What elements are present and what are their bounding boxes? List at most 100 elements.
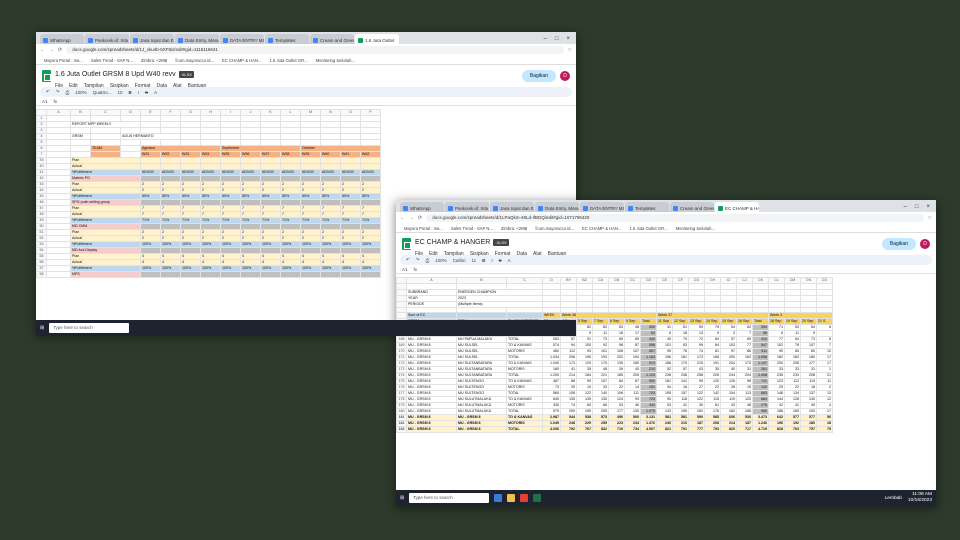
text-color-icon[interactable]: A [508,258,511,263]
cell[interactable] [260,271,281,278]
star-icon[interactable]: ☆ [928,215,932,221]
browser-tab[interactable]: 1.6 Juta Outlet [355,34,399,44]
back-icon[interactable]: ← [40,47,45,53]
avatar[interactable]: D [920,239,930,249]
cell[interactable]: 719 [608,426,625,434]
cell[interactable]: 75 [816,426,833,434]
row-number[interactable]: 58 [36,271,47,278]
file-explorer-icon[interactable] [507,494,516,502]
bookmark-item[interactable]: fcom.mayoracco.id... [175,58,214,63]
maximize-icon[interactable]: □ [915,204,919,210]
cell[interactable]: 821 [656,426,673,434]
menu-item-alat[interactable]: Alat [173,83,182,89]
bold-icon[interactable]: B [128,90,131,95]
browser-tab[interactable]: DATA ENTRY MS [580,202,624,212]
url-input[interactable]: docs.google.com/spreadsheets/d/1LPaQkm-4… [426,214,924,222]
weather-label[interactable]: Lembab [885,496,902,501]
menu-item-data[interactable]: Data [516,251,527,257]
cell[interactable]: 777 [688,426,705,434]
bookmark-item[interactable]: 1.6 Juta Outlet GR... [269,58,307,63]
cell[interactable] [46,271,71,278]
excel-icon[interactable] [533,494,542,502]
taskbar-search-input[interactable]: Type here to search [49,323,130,333]
cell[interactable]: 4.507 [640,426,657,434]
cell[interactable]: 717 [736,426,753,434]
close-icon[interactable]: × [926,204,930,210]
cell-reference[interactable]: A1 [402,267,408,272]
cell[interactable]: 734 [624,426,641,434]
browser-tab[interactable]: Cream and Green [310,34,354,44]
undo-icon[interactable]: ↶ [46,89,50,95]
bookmark-item[interactable]: Zimbra: <2MB [141,58,167,63]
cell[interactable]: 793 [704,426,721,434]
share-button[interactable]: Bagikan [521,70,556,82]
browser-tab[interactable]: WhatsApp [40,34,84,44]
menu-item-bantuan[interactable]: Bantuan [188,83,207,89]
browser-tab[interactable]: Paskonik.id: Situ [85,34,129,44]
bookmark-item[interactable]: Sales Trend - SAP N... [451,226,493,231]
cell[interactable]: 820 [720,426,737,434]
browser-tab[interactable]: Templates [265,34,309,44]
menu-item-sisipkan[interactable]: Sisipkan [110,83,129,89]
cell[interactable]: TOTAL [506,426,543,434]
row-number[interactable]: 183 [396,426,407,434]
reload-icon[interactable]: ⟳ [418,215,422,221]
cell[interactable]: 763 [784,426,801,434]
cell[interactable] [360,271,381,278]
bookmark-item[interactable]: EC CHAMP & HAN... [222,58,261,63]
redo-icon[interactable]: ↷ [416,257,420,263]
doc-title[interactable]: EC CHAMP & HANGER [415,239,490,246]
bookmark-item[interactable]: fcom.mayoracco.id... [535,226,574,231]
browser-tab[interactable]: WhatsApp [400,202,444,212]
reload-icon[interactable]: ⟳ [58,47,62,53]
bookmark-item[interactable]: Mayora Portal : Ina... [44,58,83,63]
bookmark-item[interactable]: Zimbra: <2MB [501,226,527,231]
menu-item-data[interactable]: Data [156,83,167,89]
browser-tab[interactable]: Data Entry, Manu [535,202,579,212]
avatar[interactable]: D [560,71,570,81]
cell[interactable]: 4.036 [542,426,561,434]
table-row[interactable]: 183 MU - GRSM 8 MU - GRSM 8 TOTAL 4.036 792 76… [396,426,833,434]
cell[interactable]: 791 [672,426,689,434]
sheet-table[interactable]: A B C D BY BZ CA CB CC CD CE CF CG CH CI CJ CK CL CM CN CO SU… [396,277,833,434]
cell[interactable] [240,271,261,278]
strikethrough-icon[interactable]: S [499,258,502,263]
windows-start-icon[interactable]: ⊞ [40,326,44,331]
undo-icon[interactable]: ↶ [406,257,410,263]
bold-icon[interactable]: B [482,258,485,263]
menu-item-edit[interactable]: Edit [429,251,438,257]
cell[interactable] [200,271,221,278]
cell[interactable] [300,271,321,278]
menu-item-alat[interactable]: Alat [533,251,542,257]
print-icon[interactable]: ⎙ [426,258,430,263]
cell-reference[interactable]: A1 [42,99,48,104]
browser-tab[interactable]: Jasa Input dan En [490,202,534,212]
cell[interactable]: 792 [560,426,577,434]
sheets-logo-icon[interactable] [42,70,51,82]
cell[interactable]: 828 [768,426,785,434]
menu-item-sisipkan[interactable]: Sisipkan [470,251,489,257]
chrome-icon[interactable] [520,494,529,502]
browser-tab[interactable]: Templates [625,202,669,212]
cell[interactable]: MPS [70,271,141,278]
share-button[interactable]: Bagikan [881,238,916,250]
sheet-table[interactable]: A B C D E F G H I J K L M N O P 1 2 REPORT MPP WEEKLY 3 4 GRS… [36,109,381,278]
bookmark-item[interactable]: Monitoring Sekolah... [676,226,715,231]
browser-tab[interactable]: DATA ENTRY MS [220,34,264,44]
cell[interactable]: 832 [592,426,609,434]
browser-tab[interactable]: EC CHAMP & HA [715,202,759,212]
sheets-logo-icon[interactable] [402,238,411,250]
browser-tab[interactable]: Data Entry, Manu [175,34,219,44]
zoom-select[interactable]: 100% [75,90,87,95]
italic-icon[interactable]: I [138,90,139,95]
forward-icon[interactable]: → [409,215,414,221]
close-icon[interactable]: × [566,36,570,42]
maximize-icon[interactable]: □ [555,36,559,42]
menu-item-format[interactable]: Format [135,83,151,89]
font-select[interactable]: Calibri [453,258,466,263]
zoom-select[interactable]: 100% [435,258,447,263]
menu-item-bantuan[interactable]: Bantuan [548,251,567,257]
cell[interactable]: 4.719 [752,426,769,434]
font-size-input[interactable]: 10 [117,90,122,95]
bookmark-item[interactable]: 1.6 Juta Outlet GR... [629,226,667,231]
